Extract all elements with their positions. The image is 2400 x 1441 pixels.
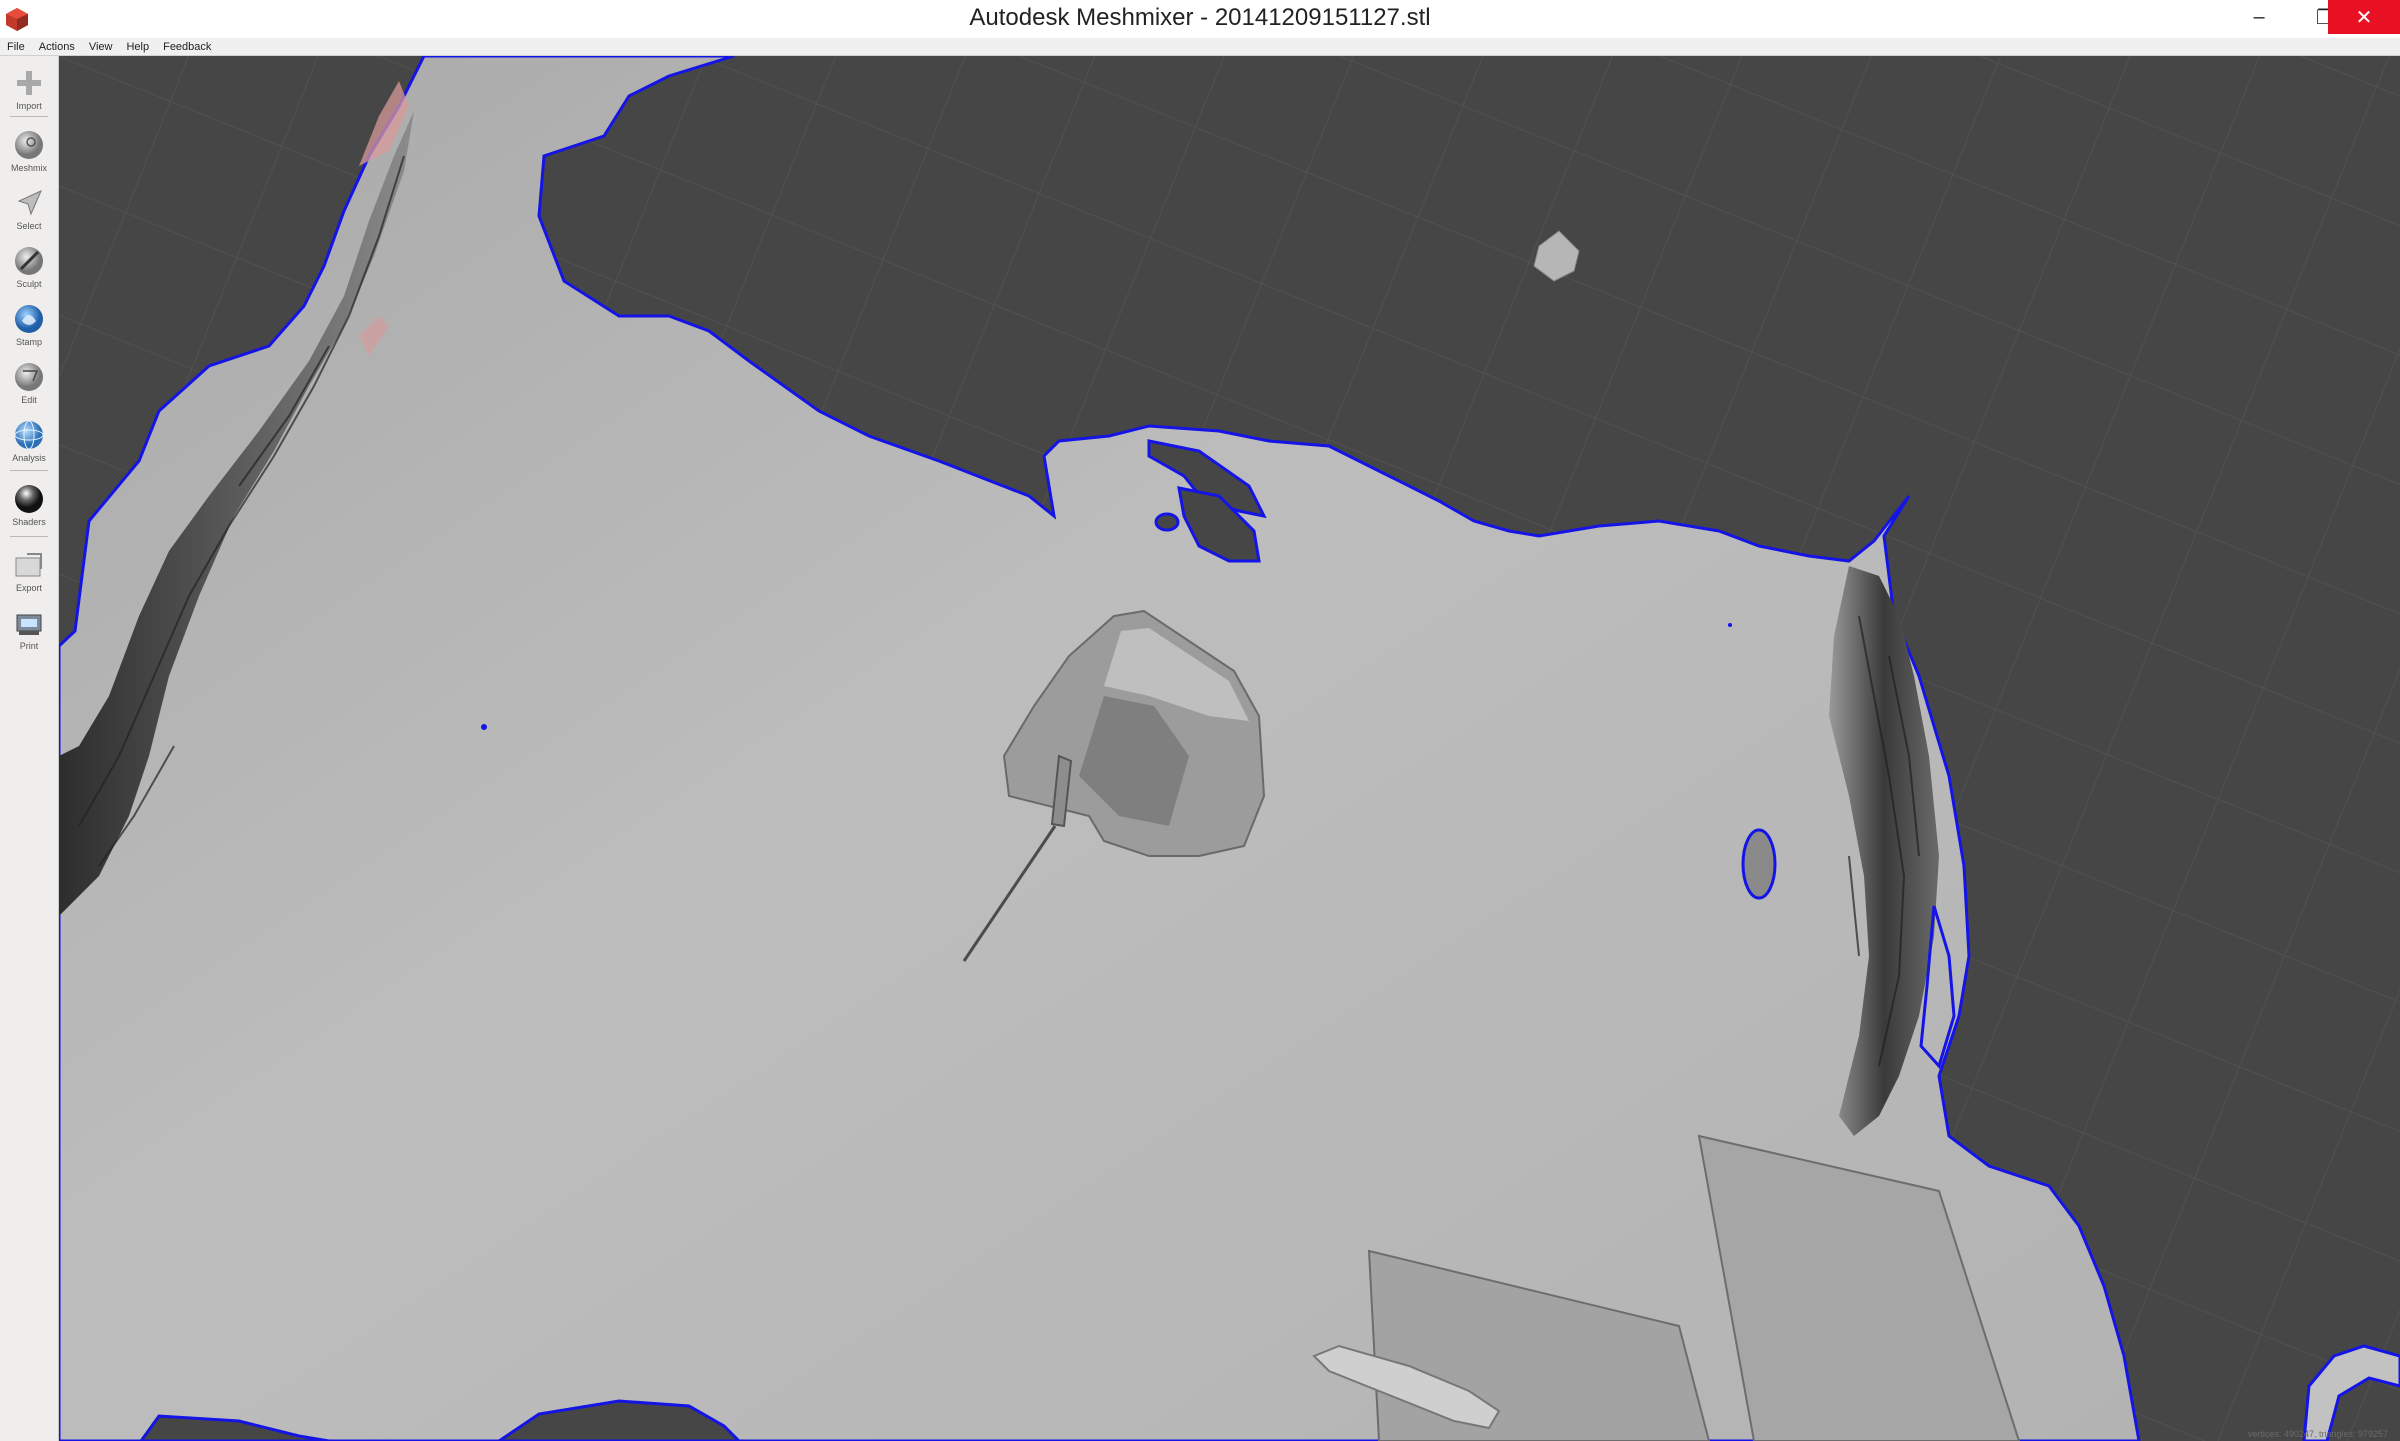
tool-print[interactable]: Print — [0, 602, 58, 654]
minimize-button[interactable]: – — [2226, 0, 2292, 34]
folder-export-icon — [15, 553, 42, 577]
close-button[interactable]: ✕ — [2328, 0, 2400, 34]
tool-label: Edit — [21, 395, 37, 405]
scene-canvas[interactable] — [59, 56, 2400, 1441]
tool-meshmix[interactable]: Meshmix — [0, 124, 58, 176]
tool-sculpt[interactable]: Sculpt — [0, 240, 58, 292]
menu-view[interactable]: View — [82, 41, 120, 53]
mesh-statistics: vertices: 490247, triangles: 979257 — [2247, 1429, 2388, 1439]
tool-shaders[interactable]: Shaders — [0, 478, 58, 530]
mesh-hole — [1154, 512, 1180, 532]
tool-stamp[interactable]: Stamp — [0, 298, 58, 350]
brush-icon — [15, 247, 43, 275]
window-title: Autodesk Meshmixer - 20141209151127.stl — [969, 4, 1431, 31]
tool-label: Print — [19, 641, 39, 651]
meshmix-ball-icon — [15, 131, 43, 159]
tool-import[interactable]: Import — [0, 62, 58, 114]
tool-panel: Import Meshmix Select Sculpt Stamp Edit … — [0, 56, 59, 1441]
tool-label: Sculpt — [16, 279, 42, 289]
menu-feedback[interactable]: Feedback — [156, 41, 218, 53]
tool-select[interactable]: Select — [0, 182, 58, 234]
mesh-hole — [481, 724, 487, 730]
tool-label: Import — [16, 101, 42, 111]
menu-file[interactable]: File — [0, 41, 32, 53]
tool-label: Select — [16, 221, 42, 231]
tool-label: Stamp — [15, 337, 42, 347]
tool-separator — [10, 536, 48, 537]
tool-separator — [10, 470, 48, 471]
tool-export[interactable]: Export — [0, 544, 58, 596]
mesh-hole — [1728, 623, 1732, 627]
plus-icon — [17, 71, 41, 95]
tool-label: Shaders — [12, 517, 46, 527]
shader-sphere-icon — [15, 485, 43, 513]
menu-bar: File Actions View Help Feedback — [0, 38, 2400, 56]
stamp-icon — [15, 305, 43, 333]
tool-label: Analysis — [12, 453, 46, 463]
arrow-cursor-icon — [17, 190, 42, 216]
tool-edit[interactable]: Edit — [0, 356, 58, 408]
mesh-hole — [1741, 828, 1777, 900]
tool-label: Export — [15, 583, 42, 593]
edit-ball-icon — [15, 363, 43, 391]
title-bar: Autodesk Meshmixer - 20141209151127.stl … — [0, 0, 2400, 39]
minimize-icon: – — [2253, 5, 2265, 28]
close-icon: ✕ — [2355, 6, 2373, 29]
wireframe-sphere-icon — [14, 420, 44, 450]
3d-viewport[interactable]: vertices: 490247, triangles: 979257 — [59, 56, 2400, 1441]
menu-actions[interactable]: Actions — [32, 41, 82, 53]
tool-label: Meshmix — [10, 163, 47, 173]
printer-icon — [16, 614, 42, 635]
menu-help[interactable]: Help — [119, 41, 156, 53]
tool-analysis[interactable]: Analysis — [0, 414, 58, 466]
tool-separator — [10, 116, 48, 117]
